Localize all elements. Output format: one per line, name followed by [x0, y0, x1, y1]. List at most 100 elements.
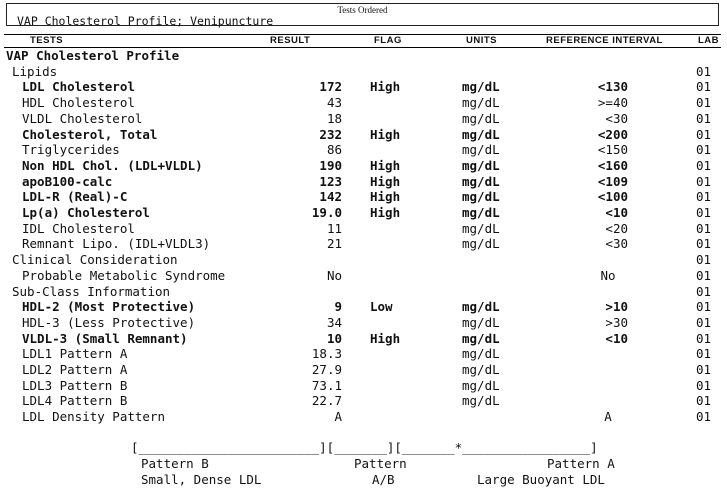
- test-lab: 01: [696, 314, 712, 330]
- test-units: mg/dL: [462, 142, 500, 158]
- test-reference: A: [604, 409, 612, 425]
- test-reference: <30: [605, 236, 628, 252]
- test-units: mg/dL: [462, 205, 500, 220]
- test-name: HDL Cholesterol: [22, 95, 135, 111]
- test-lab: 01: [696, 63, 712, 79]
- test-flag: High: [370, 173, 401, 189]
- column-header-bar: TESTS RESULT FLAG UNITS REFERENCE INTERV…: [4, 34, 721, 48]
- test-lab: 01: [696, 79, 712, 95]
- test-name: Clinical Consideration: [12, 252, 178, 268]
- test-units: mg/dL: [462, 299, 500, 315]
- test-flag: High: [370, 330, 401, 346]
- test-reference: >10: [605, 299, 628, 315]
- test-lab: 01: [696, 205, 712, 220]
- test-lab: 01: [696, 142, 712, 158]
- test-lab: 01: [696, 236, 712, 252]
- test-name: VAP Cholesterol Profile: [6, 48, 180, 63]
- test-units: mg/dL: [462, 236, 500, 252]
- test-reference: <130: [597, 79, 628, 95]
- test-name: HDL-3 (Less Protective): [22, 314, 196, 330]
- test-reference: <200: [597, 126, 628, 142]
- test-result: 232: [319, 126, 342, 142]
- test-lab: 01: [696, 126, 712, 142]
- table-row: IDL Cholesterol 11 mg/dL <20 01: [0, 221, 727, 237]
- header-tests: TESTS: [30, 35, 64, 46]
- test-name: Non HDL Chol. (LDL+VLDL): [22, 157, 203, 173]
- pattern-ab-label: Pattern: [354, 456, 407, 471]
- test-result: 18: [326, 110, 342, 126]
- test-lab: 01: [696, 157, 712, 173]
- test-result: 190: [319, 157, 342, 173]
- test-flag: High: [370, 157, 401, 173]
- test-name: Triglycerides: [22, 142, 120, 158]
- test-reference: <10: [605, 330, 628, 346]
- test-result: 123: [319, 173, 342, 189]
- test-lab: 01: [696, 173, 712, 189]
- test-reference: <160: [597, 157, 628, 173]
- test-result: 34: [326, 314, 342, 330]
- table-row: Lipids 01: [0, 64, 727, 80]
- test-lab: 01: [696, 346, 712, 362]
- test-units: mg/dL: [462, 362, 500, 377]
- table-row: LDL4 Pattern B 22.7 mg/dL 01: [0, 393, 727, 409]
- test-units: mg/dL: [462, 393, 500, 409]
- test-result: 86: [326, 142, 342, 158]
- pattern-b-label: Pattern B: [141, 456, 209, 471]
- test-name: LDL-R (Real)-C: [22, 189, 128, 205]
- test-reference: <150: [597, 142, 628, 158]
- test-reference: <30: [605, 110, 628, 126]
- table-row: LDL Cholesterol 172 High mg/dL <130 01: [0, 79, 727, 95]
- test-units: mg/dL: [462, 79, 500, 95]
- test-name: Sub-Class Information: [12, 283, 171, 299]
- test-lab: 01: [696, 377, 712, 393]
- test-lab: 01: [696, 409, 712, 425]
- header-result: RESULT: [270, 35, 311, 46]
- test-result: No: [326, 267, 342, 283]
- test-name: IDL Cholesterol: [22, 220, 135, 236]
- test-reference: <10: [605, 205, 628, 220]
- test-name: Cholesterol, Total: [22, 126, 158, 142]
- test-name: LDL1 Pattern A: [22, 346, 128, 362]
- table-row: Lp(a) Cholesterol 19.0 High mg/dL <10 01: [0, 205, 727, 221]
- table-row: LDL2 Pattern A 27.9 mg/dL 01: [0, 362, 727, 378]
- test-units: mg/dL: [462, 126, 500, 142]
- test-units: mg/dL: [462, 157, 500, 173]
- test-lab: 01: [696, 267, 712, 283]
- header-reference-interval: REFERENCE INTERVAL: [546, 35, 663, 46]
- test-name: VLDL-3 (Small Remnant): [22, 330, 188, 346]
- test-reference: <20: [605, 220, 628, 236]
- test-result: 142: [319, 189, 342, 205]
- header-units: UNITS: [466, 35, 497, 46]
- test-name: apoB100-calc: [22, 173, 113, 189]
- test-lab: 01: [696, 362, 712, 377]
- table-row: HDL-3 (Less Protective) 34 mg/dL >30 01: [0, 315, 727, 331]
- test-units: mg/dL: [462, 189, 500, 205]
- table-row: Clinical Consideration 01: [0, 252, 727, 268]
- test-flag: Low: [370, 299, 393, 315]
- table-row: Non HDL Chol. (LDL+VLDL) 190 High mg/dL <160…: [0, 158, 727, 174]
- header-lab: LAB: [698, 35, 720, 46]
- test-units: mg/dL: [462, 330, 500, 346]
- test-result: 172: [319, 79, 342, 95]
- test-flag: High: [370, 126, 401, 142]
- table-row: VLDL Cholesterol 18 mg/dL <30 01: [0, 111, 727, 127]
- test-name: LDL Cholesterol: [22, 79, 135, 95]
- test-units: mg/dL: [462, 377, 500, 393]
- test-name: VLDL Cholesterol: [22, 110, 143, 126]
- test-result: 9: [334, 299, 342, 315]
- table-row: Remnant Lipo. (IDL+VLDL3) 21 mg/dL <30 01: [0, 236, 727, 252]
- test-result: 21: [326, 236, 342, 252]
- test-flag: High: [370, 189, 401, 205]
- test-name: LDL4 Pattern B: [22, 393, 128, 409]
- test-result: 27.9: [311, 362, 342, 377]
- test-lab: 01: [696, 110, 712, 126]
- table-row: Sub-Class Information 01: [0, 284, 727, 300]
- table-row: HDL-2 (Most Protective) 9 Low mg/dL >10 01: [0, 299, 727, 315]
- test-result: 10: [326, 330, 342, 346]
- test-name: HDL-2 (Most Protective): [22, 299, 196, 315]
- test-units: mg/dL: [462, 346, 500, 362]
- table-row: Cholesterol, Total 232 High mg/dL <200 01: [0, 127, 727, 143]
- test-reference: <100: [597, 189, 628, 205]
- tests-ordered-value: VAP Cholesterol Profile; Venipuncture: [17, 14, 274, 28]
- pattern-scale-bar: [________________________][_______][____…: [131, 440, 598, 455]
